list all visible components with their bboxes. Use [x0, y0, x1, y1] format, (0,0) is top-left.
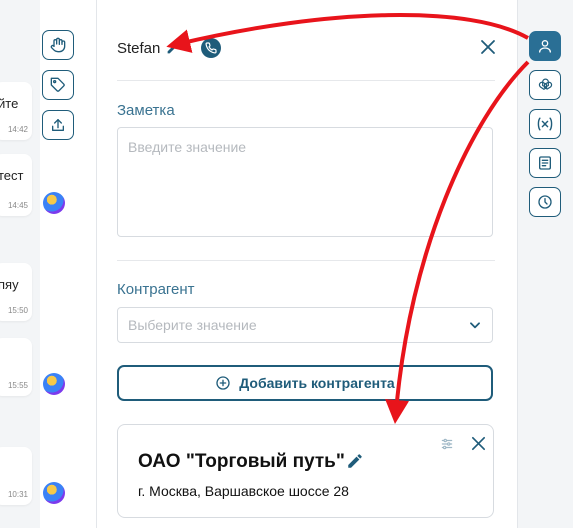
chevron-down-icon: [470, 322, 480, 329]
upload-button[interactable]: [42, 110, 74, 140]
counterparty-name: ОАО "Торговый путь": [138, 451, 345, 472]
chat-message[interactable]: 15:55: [0, 338, 32, 396]
chat-message[interactable]: йте 14:42: [0, 82, 32, 140]
close-icon[interactable]: [470, 435, 487, 452]
note-textarea[interactable]: Введите значение: [117, 127, 493, 237]
note-label: Заметка: [117, 102, 175, 119]
divider: [117, 260, 495, 261]
upload-icon: [52, 119, 64, 131]
chat-column: йте 14:42 тест 14:45 пяу 15:50 15:55 10:…: [0, 0, 40, 528]
contact-name: Stefan: [117, 40, 161, 57]
pencil-icon[interactable]: [346, 452, 364, 470]
counterparty-label: Контрагент: [117, 281, 195, 298]
ai-button[interactable]: [529, 70, 561, 100]
counterparty-card: ОАО "Торговый путь" г. Москва, Варшавско…: [117, 424, 494, 518]
chat-message-text: пяу: [0, 277, 19, 292]
counterparty-address: г. Москва, Варшавское шоссе 28: [138, 483, 349, 499]
add-counterparty-button[interactable]: Добавить контрагента: [117, 365, 493, 401]
call-button[interactable]: [201, 38, 221, 58]
counterparty-select[interactable]: Выберите значение: [117, 307, 493, 343]
variable-icon: [537, 117, 553, 131]
chat-message[interactable]: 10:31: [0, 447, 32, 505]
chat-tools: [42, 30, 76, 150]
avatar: [43, 373, 65, 395]
openai-icon: [538, 78, 552, 90]
avatar: [43, 482, 65, 504]
notes-button[interactable]: [529, 148, 561, 178]
tag-icon: [50, 77, 65, 92]
history-button[interactable]: [529, 187, 561, 217]
divider: [117, 80, 495, 81]
variables-button[interactable]: [529, 109, 561, 139]
hand-icon: [50, 37, 66, 53]
chat-message-time: 15:50: [7, 306, 28, 315]
document-icon: [539, 156, 551, 170]
contact-panel: Stefan Заметка Введите значение Контраге…: [97, 0, 517, 528]
close-icon[interactable]: [479, 38, 497, 56]
chat-message-text: йте: [0, 96, 19, 111]
plus-circle-icon: [216, 376, 230, 390]
counterparty-placeholder: Выберите значение: [128, 317, 257, 333]
clock-icon: [538, 195, 552, 209]
chat-message-time: 14:42: [7, 125, 28, 134]
chat-message[interactable]: пяу 15:50: [0, 263, 32, 321]
chat-message-time: 15:55: [7, 381, 28, 390]
user-icon: [539, 40, 551, 53]
chat-message-text: тест: [0, 168, 24, 183]
avatar: [43, 192, 65, 214]
note-placeholder: Введите значение: [128, 139, 247, 155]
phone-icon: [205, 42, 217, 54]
contact-tab-button[interactable]: [529, 31, 561, 61]
hand-button[interactable]: [42, 30, 74, 60]
right-sidebar: [517, 0, 573, 528]
chat-message-time: 10:31: [7, 490, 28, 499]
chat-message-time: 14:45: [7, 201, 28, 210]
sliders-icon[interactable]: [440, 437, 454, 451]
pencil-icon[interactable]: [166, 42, 179, 55]
chat-message[interactable]: тест 14:45: [0, 154, 32, 216]
add-counterparty-label: Добавить контрагента: [239, 375, 395, 391]
tag-button[interactable]: [42, 70, 74, 100]
